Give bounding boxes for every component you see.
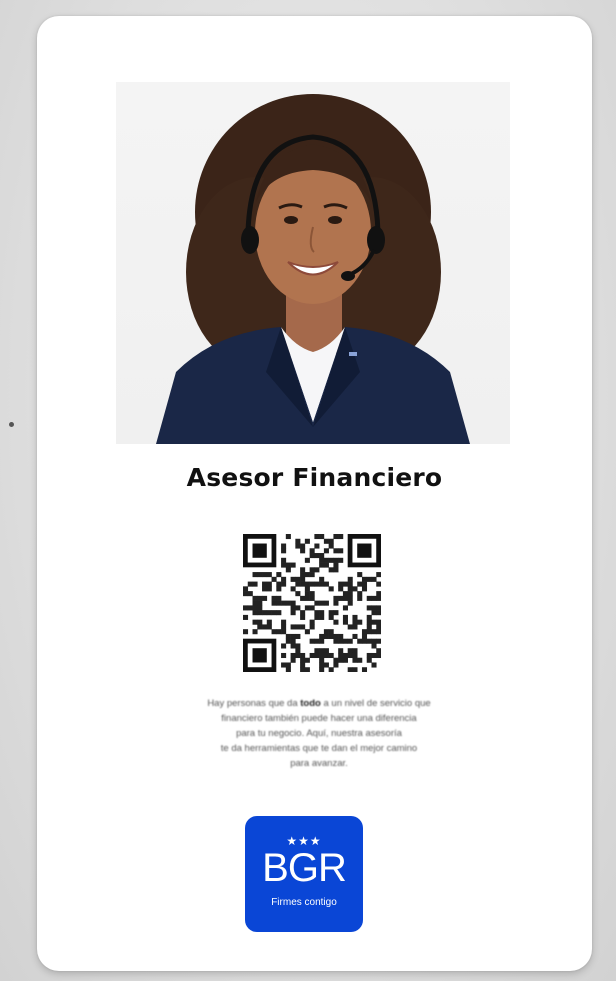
desc-line-1-bold: todo bbox=[300, 698, 321, 709]
card-description: Hay personas que da todo a un nivel de s… bbox=[133, 696, 505, 771]
card-title: Asesor Financiero bbox=[186, 463, 443, 492]
desc-line-2: financiero también puede hacer una difer… bbox=[221, 713, 417, 724]
desc-line-1b: a un nivel de servicio que bbox=[320, 698, 431, 709]
side-dot bbox=[9, 422, 14, 427]
background: Asesor Financiero Hay personas que da to… bbox=[0, 0, 616, 981]
desc-line-5: para avanzar. bbox=[290, 758, 348, 769]
desc-line-4: te da herramientas que te dan el mejor c… bbox=[220, 743, 418, 754]
desc-line-1a: Hay personas que da bbox=[207, 698, 301, 709]
logo-brand: BGR bbox=[262, 846, 347, 890]
advisor-photo bbox=[116, 82, 510, 444]
bgr-logo: ★★★ BGR Firmes contigo bbox=[245, 816, 363, 932]
advisor-card: Asesor Financiero Hay personas que da to… bbox=[37, 16, 592, 971]
qr-code-icon[interactable] bbox=[243, 534, 382, 673]
desc-line-3: para tu negocio. Aquí, nuestra asesoría bbox=[236, 728, 402, 739]
logo-tagline: Firmes contigo bbox=[271, 897, 337, 908]
